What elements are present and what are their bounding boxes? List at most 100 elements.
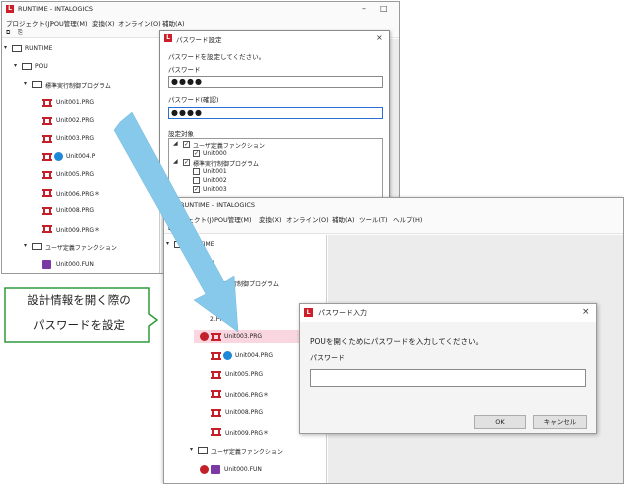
collapse-icon[interactable]: ▾	[24, 242, 27, 249]
program-icon	[42, 225, 52, 233]
input-dialog-title: パスワード入力	[318, 309, 367, 317]
tree-group-label: 標準実行制御プログラム	[213, 281, 279, 288]
ok-button[interactable]: OK	[474, 415, 526, 429]
target-label: 設定対象	[168, 130, 194, 138]
program-icon	[211, 428, 221, 436]
checkbox[interactable]: ✓	[193, 150, 200, 157]
front-window-title: RUNTIME - INTALOGICS	[180, 201, 256, 209]
menu-pou[interactable]: POU管理(M)	[50, 18, 87, 28]
input-dialog-message: POUを開くためにパスワードを入力してください。	[310, 337, 483, 346]
tree-root-label: RUNTIME	[25, 45, 53, 52]
target-item-label: Unit001	[203, 168, 227, 175]
collapse-icon[interactable]: ▾	[166, 240, 169, 247]
cancel-button[interactable]: キャンセル	[533, 415, 587, 429]
checkbox[interactable]: ✓	[183, 141, 190, 148]
front-menubar: プロジェクト(J) POU管理(M) 変換(X) オンライン(O) 補助(A) …	[164, 212, 623, 224]
program-icon	[211, 409, 221, 417]
menu-online[interactable]: オンライン(O)	[118, 18, 161, 28]
password-input-field[interactable]	[310, 369, 586, 387]
maximize-icon[interactable]: □	[380, 4, 388, 13]
checkbox[interactable]	[193, 168, 200, 175]
tree-user-group-label: ユーザ定義ファンクション	[211, 449, 283, 456]
close-icon[interactable]: ×	[582, 307, 590, 317]
confirm-password-field[interactable]: ●●●●	[168, 107, 383, 119]
collapse-icon[interactable]: ▾	[190, 446, 193, 453]
back-menubar: プロジェクト(J) POU管理(M) 変換(X) オンライン(O) 補助(A)	[2, 16, 399, 28]
tree-item-label: Unit006.PRG＊	[225, 392, 270, 399]
tree-item-label: Unit000.FUN	[56, 261, 94, 268]
expand-icon[interactable]: ◢	[173, 158, 178, 165]
callout-line-1: 設計情報を開く際の	[27, 293, 131, 307]
tree-item-label: Unit005.PRG	[225, 371, 264, 378]
menu-project[interactable]: プロジェクト(J)	[168, 214, 214, 224]
menu-tools[interactable]: ツール(T)	[359, 214, 388, 224]
menu-project[interactable]: プロジェクト(J)	[6, 18, 52, 28]
target-item-label: ユーザ定義ファンクション	[193, 143, 265, 150]
target-item-label: Unit002	[203, 177, 227, 184]
lock-icon	[200, 465, 209, 474]
program-icon	[42, 171, 52, 179]
tree-item-label: Unit000.FUN	[224, 466, 262, 473]
close-icon[interactable]: ×	[376, 33, 383, 42]
front-titlebar: L RUNTIME - INTALOGICS	[164, 198, 623, 212]
tree-item-label: Unit008.PRG	[225, 409, 264, 416]
tree-group-label: 標準実行制御プログラム	[45, 83, 111, 90]
tree-item-label: Unit004.PRG	[235, 352, 274, 359]
globe-icon	[223, 351, 232, 360]
program-icon	[42, 99, 52, 107]
confirm-label: パスワード(確認)	[168, 96, 219, 104]
collapse-icon[interactable]: ▾	[14, 62, 17, 69]
tree-item-label: Unit009.PRG＊	[56, 227, 101, 234]
input-dialog-body: POUを開くためにパスワードを入力してください。 パスワード OK キャンセル	[300, 322, 596, 433]
menu-assist[interactable]: 補助(A)	[332, 214, 355, 224]
folder-icon	[198, 447, 208, 454]
menu-help[interactable]: ヘルプ(H)	[393, 214, 422, 224]
function-icon	[42, 260, 51, 269]
back-tree-panel: ▾ RUNTIME ▾ POU ▾ 標準実行制御プログラム Unit001.PR…	[2, 39, 160, 273]
lock-icon	[200, 332, 209, 341]
dialog-title: パスワード設定	[176, 36, 222, 44]
paste-icon[interactable]: ⎘	[180, 225, 185, 233]
copy-icon[interactable]: ⧉	[6, 29, 10, 37]
password-label: パスワード	[168, 66, 201, 74]
back-titlebar: L RUNTIME - INTALOGICS – □	[2, 2, 399, 16]
minimize-icon[interactable]: –	[362, 4, 366, 13]
input-dialog-titlebar: L パスワード入力 ×	[300, 304, 596, 322]
tree-item-label: 2.PRG	[210, 316, 229, 323]
paste-icon[interactable]: ⎘	[18, 29, 23, 37]
program-icon	[211, 352, 221, 360]
tree-item-label: Unit002.PRG	[56, 117, 95, 124]
target-tree: ◢ ✓ ユーザ定義ファンクション ✓ Unit000 ◢ ✓ 標準実行制御プログ…	[168, 138, 383, 199]
tree-item-label: Unit003.PRG	[224, 333, 263, 340]
expand-icon[interactable]: ◢	[173, 140, 178, 147]
password-field[interactable]: ●●●●	[168, 76, 383, 88]
tree-pou-label: POU	[35, 63, 48, 70]
program-icon	[42, 135, 52, 143]
checkbox[interactable]: ✓	[183, 159, 190, 166]
menu-assist[interactable]: 補助(A)	[162, 18, 185, 28]
menu-convert[interactable]: 変換(X)	[92, 18, 115, 28]
collapse-icon[interactable]: ▾	[4, 44, 7, 51]
target-item-label: 標準実行制御プログラム	[193, 161, 259, 168]
app-logo-icon: L	[6, 5, 14, 13]
folder-icon	[22, 63, 32, 70]
tree-item-label: Unit006.PRG＊	[56, 191, 101, 198]
tree-item-label: PRG	[218, 297, 231, 304]
program-icon	[42, 189, 52, 197]
menu-pou[interactable]: POU管理(M)	[214, 214, 251, 224]
tree-root-label: RUNTIME	[187, 241, 215, 248]
program-icon	[42, 117, 52, 125]
target-item-label: Unit003	[203, 186, 227, 193]
copy-icon[interactable]: ⧉	[168, 225, 172, 233]
dialog-instruction: パスワードを設定してください。	[168, 53, 266, 61]
collapse-icon[interactable]: ▾	[24, 80, 27, 87]
menu-online[interactable]: オンライン(O)	[286, 214, 329, 224]
menu-convert[interactable]: 変換(X)	[259, 214, 282, 224]
checkbox[interactable]: ✓	[193, 186, 200, 193]
folder-icon	[32, 243, 42, 250]
tree-item-label: Unit004.P	[66, 153, 96, 160]
app-logo-icon: L	[164, 34, 172, 42]
checkbox[interactable]	[193, 177, 200, 184]
folder-icon	[32, 81, 42, 88]
program-icon	[211, 371, 221, 379]
